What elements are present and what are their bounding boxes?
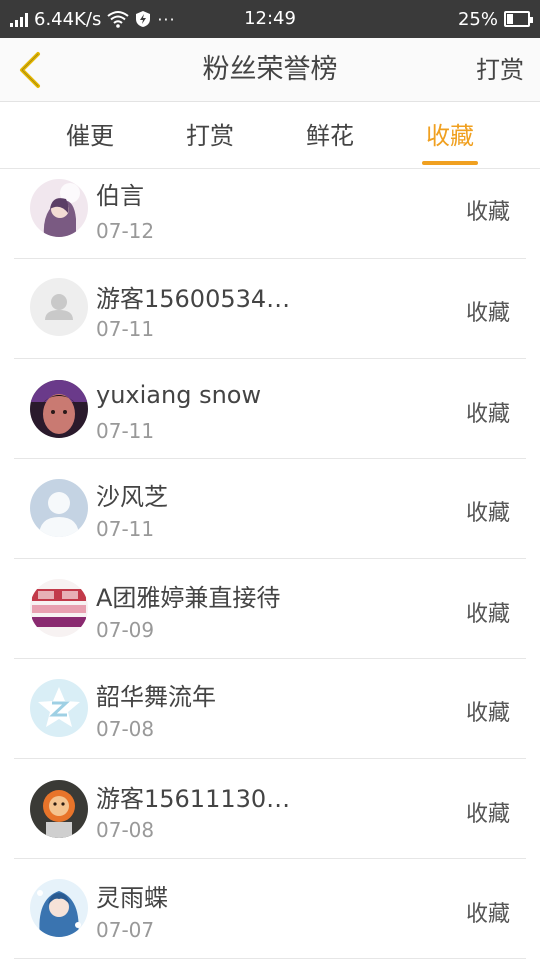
app-header: 粉丝荣誉榜 打赏 [0, 38, 540, 102]
tab-reward[interactable]: 打赏 [150, 103, 270, 169]
tab-label: 收藏 [426, 122, 474, 150]
lion-toy-avatar[interactable] [30, 780, 88, 838]
active-tab-indicator [422, 161, 478, 165]
status-right: 25% [457, 0, 533, 38]
qzone-star-avatar[interactable] [30, 679, 88, 737]
tab-label: 鲜花 [306, 122, 354, 150]
list-item[interactable]: 游客15611130… 07-08 收藏 [0, 759, 540, 859]
reward-button[interactable]: 打赏 [476, 38, 524, 102]
row-action-label: 收藏 [465, 902, 510, 927]
date: 07-11 [96, 419, 155, 443]
tab-label: 催更 [66, 122, 114, 150]
page-title: 粉丝荣誉榜 [202, 54, 338, 85]
list-item[interactable]: 游客15600534… 07-11 收藏 [0, 259, 540, 359]
list-item[interactable]: 韶华舞流年 07-08 收藏 [0, 659, 540, 759]
row-action-label: 收藏 [465, 701, 510, 726]
date: 07-11 [96, 317, 155, 341]
row-action-label: 收藏 [465, 602, 510, 627]
user-name: 游客15600534… [96, 285, 291, 313]
user-name: yuxiang snow [96, 381, 262, 409]
list-item[interactable]: A团雅婷兼直接待 07-09 收藏 [0, 559, 540, 659]
list-item[interactable]: yuxiang snow 07-11 收藏 [0, 359, 540, 459]
user-name: A团雅婷兼直接待 [96, 584, 281, 612]
user-name: 伯言 [96, 182, 144, 210]
status-bar: 6.44K/s ··· 12:49 25% [0, 0, 540, 38]
date: 07-08 [96, 818, 155, 842]
row-action-label: 收藏 [465, 402, 510, 427]
user-name: 游客15611130… [96, 785, 291, 813]
date: 07-12 [96, 219, 155, 243]
user-name: 韶华舞流年 [96, 683, 216, 711]
row-action-label: 收藏 [465, 501, 510, 526]
fan-list: 伯言 07-12 收藏 游客15600534… 07-11 收藏 yuxiang… [0, 170, 540, 959]
battery-percent: 25% [457, 8, 498, 30]
blue-silhouette-avatar[interactable] [30, 479, 88, 537]
tab-label: 打赏 [186, 122, 234, 150]
user-name: 沙风芝 [96, 483, 168, 511]
default-person-avatar[interactable] [30, 278, 88, 336]
anime-blue-hair-avatar[interactable] [30, 879, 88, 937]
date: 07-08 [96, 717, 155, 741]
tab-urge[interactable]: 催更 [30, 103, 150, 169]
battery-icon [504, 11, 533, 27]
date: 07-09 [96, 618, 155, 642]
list-item[interactable]: 灵雨蝶 07-07 收藏 [0, 859, 540, 959]
user-name: 灵雨蝶 [96, 884, 168, 912]
anime-girl-avatar[interactable] [30, 179, 88, 237]
date: 07-11 [96, 517, 155, 541]
list-item[interactable]: 沙风芝 07-11 收藏 [0, 459, 540, 559]
date: 07-07 [96, 918, 155, 942]
recruitment-sign-avatar[interactable] [30, 579, 88, 637]
row-action-label: 收藏 [465, 802, 510, 827]
tab-flowers[interactable]: 鲜花 [270, 103, 390, 169]
list-item[interactable]: 伯言 07-12 收藏 [0, 170, 540, 259]
battery-fill [507, 14, 513, 24]
tab-favorites[interactable]: 收藏 [390, 103, 510, 169]
tab-bar: 催更 打赏 鲜花 收藏 [0, 103, 540, 169]
row-action-label: 收藏 [465, 200, 510, 225]
photo-avatar[interactable] [30, 380, 88, 438]
row-action-label: 收藏 [465, 301, 510, 326]
